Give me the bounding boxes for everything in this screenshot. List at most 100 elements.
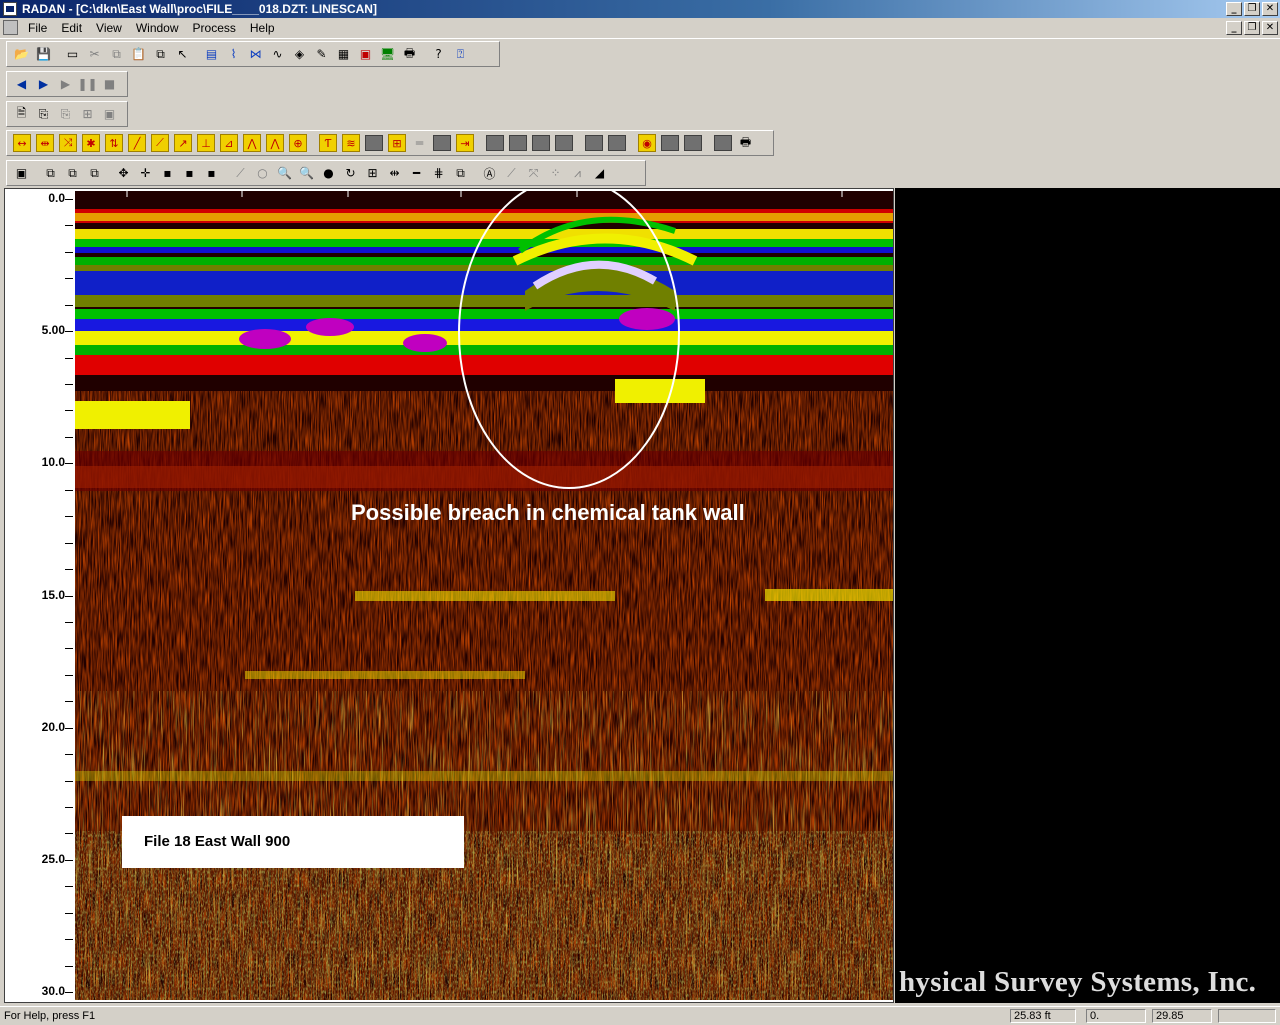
move-icon[interactable]: ✛ <box>135 163 156 183</box>
menu-edit[interactable]: Edit <box>61 21 82 35</box>
migration-icon[interactable]: ╱ <box>128 134 146 152</box>
gray-tool-3-icon[interactable] <box>486 135 504 151</box>
stack-print-icon[interactable]: 🖶 <box>735 133 756 153</box>
radan-app-icon[interactable] <box>3 2 17 16</box>
monitor-icon[interactable]: 🖥 <box>377 44 398 64</box>
gray-tool-7-icon[interactable] <box>585 135 603 151</box>
document-icon[interactable]: 🗎 <box>11 104 32 124</box>
ruler-icon[interactable]: ⟋ <box>501 163 522 183</box>
copy-icon[interactable]: ⧉ <box>106 44 127 64</box>
gray-tool-4-icon[interactable] <box>509 135 527 151</box>
printer-icon[interactable]: 🖶 <box>399 44 420 64</box>
doc-minimize-button[interactable]: _ <box>1226 21 1242 35</box>
gray-tool-8-icon[interactable] <box>608 135 626 151</box>
minimize-button[interactable]: _ <box>1226 2 1242 16</box>
gray-tool-9-icon[interactable] <box>661 135 679 151</box>
back-arrow-icon[interactable]: ◀ <box>11 74 32 94</box>
grid-lines-icon[interactable]: ⋕ <box>428 163 449 183</box>
context-help-icon[interactable]: ⍰ <box>450 44 471 64</box>
gray-tool-11-icon[interactable] <box>714 135 732 151</box>
help-icon[interactable]: ? <box>428 44 449 64</box>
hline-icon[interactable]: ━ <box>406 163 427 183</box>
block-1-icon[interactable]: ▪ <box>157 163 178 183</box>
paste-icon[interactable]: 📋 <box>128 44 149 64</box>
layer-icon[interactable]: ⊞ <box>388 134 406 152</box>
scatter-icon[interactable]: ⁘ <box>545 163 566 183</box>
wiggle-icon[interactable]: ⌇ <box>223 44 244 64</box>
secondary-view-pane[interactable] <box>895 188 1280 1003</box>
play-icon[interactable]: ▶ <box>55 74 76 94</box>
interactive-interp-icon[interactable]: Ƭ <box>319 134 337 152</box>
linescan-icon[interactable]: ▤ <box>201 44 222 64</box>
fir-filter-icon[interactable]: ⤨ <box>59 134 77 152</box>
view-1-icon[interactable]: ▣ <box>11 163 32 183</box>
doc-restore-button[interactable]: ❐ <box>1244 21 1260 35</box>
surface-normalize-icon[interactable]: ⋀ <box>266 134 284 152</box>
target-icon[interactable]: ◉ <box>638 134 656 152</box>
stacking-icon[interactable]: ⊥ <box>197 134 215 152</box>
grid-icon[interactable]: ▦ <box>333 44 354 64</box>
gray-tool-2-icon[interactable] <box>433 135 451 151</box>
hilbert-icon[interactable]: ⋀ <box>243 134 261 152</box>
menu-help[interactable]: Help <box>250 21 275 35</box>
view-3-icon[interactable]: ⧉ <box>62 163 83 183</box>
time-zero-icon[interactable]: ⇹ <box>36 134 54 152</box>
block-2-icon[interactable]: ▪ <box>179 163 200 183</box>
wave-icon[interactable]: ⩘ <box>567 163 588 183</box>
doc-close-button[interactable]: ✕ <box>1262 21 1278 35</box>
tracker-icon[interactable]: ≋ <box>342 134 360 152</box>
3d-icon[interactable]: ◈ <box>289 44 310 64</box>
colormap-icon[interactable]: ▣ <box>355 44 376 64</box>
print-preview-icon[interactable]: ⧉ <box>150 44 171 64</box>
import-icon[interactable]: ⎘ <box>55 104 76 124</box>
merge-icon[interactable]: ⊞ <box>77 104 98 124</box>
velocity-icon[interactable]: ↗ <box>174 134 192 152</box>
refresh-icon[interactable]: ↻ <box>340 163 361 183</box>
gray-tool-6-icon[interactable] <box>555 135 573 151</box>
pause-icon[interactable]: ❚❚ <box>77 74 98 94</box>
new-icon[interactable]: ▭ <box>62 44 83 64</box>
view-4-icon[interactable]: ⧉ <box>84 163 105 183</box>
close-button[interactable]: ✕ <box>1262 2 1278 16</box>
pointer-icon[interactable]: ↖ <box>172 44 193 64</box>
hyperbola-fit-icon[interactable]: ⟋ <box>151 134 169 152</box>
block-3-icon[interactable]: ▪ <box>201 163 222 183</box>
open-icon[interactable]: 📂 <box>11 44 32 64</box>
menu-window[interactable]: Window <box>136 21 179 35</box>
view-2-icon[interactable]: ⧉ <box>40 163 61 183</box>
draw-line-icon[interactable]: ⟋ <box>230 163 251 183</box>
export-icon[interactable]: ⎘ <box>33 104 54 124</box>
spatial-filter-icon[interactable]: ⊕ <box>289 134 307 152</box>
menu-view[interactable]: View <box>96 21 122 35</box>
gray-tool-10-icon[interactable] <box>684 135 702 151</box>
linescan-view[interactable]: 0.0 5.00 10.0 15.0 20.0 25.0 30.0 Possib… <box>4 188 894 1003</box>
trace-icon[interactable]: ∿ <box>267 44 288 64</box>
stop-icon[interactable]: ■ <box>99 74 120 94</box>
cut-icon[interactable]: ✂ <box>84 44 105 64</box>
zoom-in-icon[interactable]: 🔍 <box>274 163 295 183</box>
background-removal-icon[interactable]: ⊿ <box>220 134 238 152</box>
save-icon[interactable]: 💾 <box>33 44 54 64</box>
gray-tool-1-icon[interactable] <box>365 135 383 151</box>
cursor-icon[interactable]: ✥ <box>113 163 134 183</box>
gradient-icon[interactable]: ◢ <box>589 163 610 183</box>
layers-icon[interactable]: ⧉ <box>450 163 471 183</box>
dot-icon[interactable]: ● <box>318 163 339 183</box>
crosshatch-icon[interactable]: ⤧ <box>523 163 544 183</box>
waveform-icon[interactable]: ⋈ <box>245 44 266 64</box>
forward-arrow-icon[interactable]: ▶ <box>33 74 54 94</box>
document-system-icon[interactable] <box>3 20 18 35</box>
marker-icon[interactable]: ⇥ <box>456 134 474 152</box>
gray-tool-5-icon[interactable] <box>532 135 550 151</box>
annotate-icon[interactable]: Ⓐ <box>479 163 500 183</box>
circle-icon[interactable]: ○ <box>252 163 273 183</box>
menu-process[interactable]: Process <box>193 21 236 35</box>
range-gain-icon[interactable]: ↔ <box>13 134 31 152</box>
iir-filter-icon[interactable]: ✱ <box>82 134 100 152</box>
deconvolution-icon[interactable]: ⇅ <box>105 134 123 152</box>
maximize-button[interactable]: ❐ <box>1244 2 1260 16</box>
pen-icon[interactable]: ✎ <box>311 44 332 64</box>
layout-icon[interactable]: ⊞ <box>362 163 383 183</box>
save-all-icon[interactable]: ▣ <box>99 104 120 124</box>
menu-file[interactable]: File <box>28 21 47 35</box>
